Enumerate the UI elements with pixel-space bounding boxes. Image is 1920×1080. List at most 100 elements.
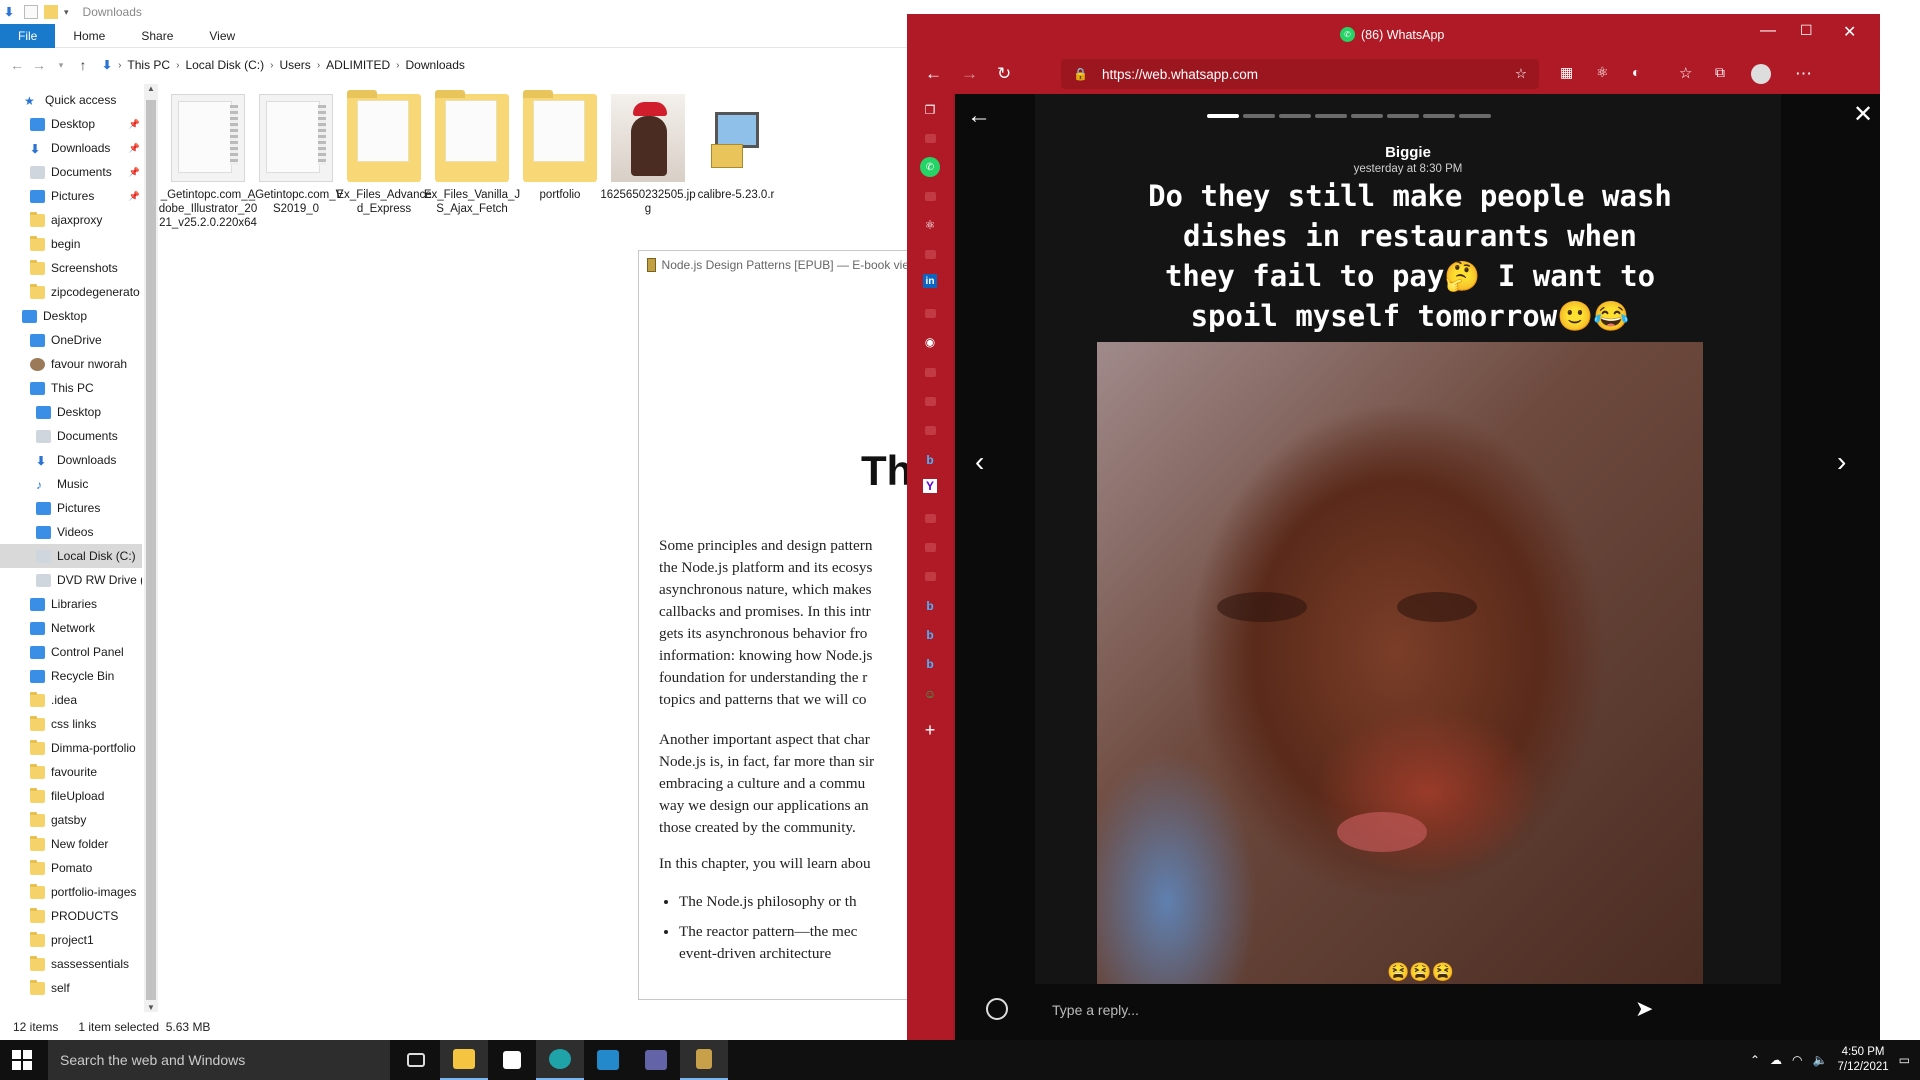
teams-icon[interactable] [632, 1040, 680, 1080]
recent-locations-icon[interactable]: ▾ [50, 60, 72, 71]
file-item[interactable]: portfolio [510, 90, 610, 202]
download-arrow-icon[interactable]: ⬇ [4, 5, 18, 19]
generic-icon[interactable] [920, 508, 940, 528]
breadcrumb-item[interactable]: Local Disk (C:) [185, 58, 264, 72]
bing-icon[interactable]: b [920, 654, 940, 674]
nav-item[interactable]: Desktop 📌 [0, 112, 140, 136]
nav-item[interactable]: Libraries [0, 592, 97, 616]
previous-status-icon[interactable]: ‹ [975, 446, 984, 478]
generic-icon[interactable] [920, 244, 940, 264]
nav-item[interactable]: PRODUCTS [0, 904, 118, 928]
generic-icon[interactable] [920, 566, 940, 586]
youtube-icon[interactable] [920, 391, 940, 411]
next-status-icon[interactable]: › [1837, 446, 1846, 478]
address-bar[interactable]: 🔒 https://web.whatsapp.com ☆ [1061, 59, 1539, 89]
action-center-icon[interactable]: ▭ [1899, 1053, 1910, 1067]
nav-item[interactable]: self [0, 976, 70, 1000]
add-icon[interactable]: + [920, 720, 940, 740]
vscode-icon[interactable] [584, 1040, 632, 1080]
breadcrumb-item[interactable]: This PC [127, 58, 170, 72]
linkedin-icon[interactable]: in [923, 274, 937, 288]
nav-item[interactable]: Network [0, 616, 95, 640]
clock[interactable]: 4:50 PM 7/12/2021 [1837, 1045, 1888, 1075]
tab-view[interactable]: View [191, 24, 253, 48]
nav-item[interactable]: project1 [0, 928, 94, 952]
nav-item[interactable]: Pomato [0, 856, 92, 880]
nav-item[interactable]: Pictures 📌 [0, 184, 140, 208]
tab-share[interactable]: Share [123, 24, 191, 48]
bing-icon[interactable]: b [920, 450, 940, 470]
back-arrow-icon[interactable]: ← [6, 57, 28, 73]
nav-item[interactable]: zipcodegenerato [0, 280, 140, 304]
properties-icon[interactable] [24, 5, 38, 19]
qat-dropdown-icon[interactable]: ▾ [64, 7, 69, 18]
tab-home[interactable]: Home [55, 24, 123, 48]
chevron-up-icon[interactable]: ⌃ [1750, 1053, 1760, 1067]
nav-item[interactable]: Pictures [0, 496, 100, 520]
breadcrumb-item[interactable]: ADLIMITED [326, 58, 390, 72]
file-item[interactable]: Ex_Files_Advanced_Express [334, 90, 434, 216]
github-icon[interactable]: ◉ [920, 332, 940, 352]
tab-file[interactable]: File [0, 24, 56, 48]
favorites-icon[interactable]: ☆ [1679, 64, 1692, 82]
nav-item[interactable]: Screenshots [0, 256, 118, 280]
scrollbar-thumb[interactable] [146, 100, 156, 1000]
emoji-icon[interactable] [986, 998, 1008, 1020]
nav-item[interactable]: ⬇ Downloads 📌 [0, 136, 140, 160]
nav-item[interactable]: This PC [0, 376, 94, 400]
nav-item[interactable]: Dimma-portfolio [0, 736, 136, 760]
url-text[interactable]: https://web.whatsapp.com [1102, 67, 1258, 82]
nav-item[interactable]: begin [0, 232, 80, 256]
file-item[interactable]: _Getintopc.com_VS2019_0 [246, 94, 346, 216]
extension-icon[interactable]: ◐ [1632, 64, 1640, 80]
nav-item[interactable]: portfolio-images [0, 880, 136, 904]
calibre-icon[interactable] [680, 1040, 728, 1080]
bing-icon[interactable]: b [920, 625, 940, 645]
nav-item[interactable]: sassessentials [0, 952, 129, 976]
store-icon[interactable] [488, 1040, 536, 1080]
youtube-icon[interactable] [920, 303, 940, 323]
nav-item[interactable]: css links [0, 712, 96, 736]
nav-item[interactable]: ♪ Music [0, 472, 88, 496]
file-item[interactable]: 1625650232505.jpg [598, 94, 698, 216]
taskbar-search[interactable]: Search the web and Windows [48, 1040, 390, 1080]
maximize-icon[interactable]: ☐ [1800, 22, 1813, 39]
windows-start-icon[interactable] [12, 1050, 32, 1070]
volume-icon[interactable]: 🔈 [1813, 1053, 1828, 1067]
scroll-up-icon[interactable]: ▲ [147, 84, 155, 93]
nav-item[interactable]: fileUpload [0, 784, 104, 808]
collections-icon[interactable]: ⧉ [1715, 64, 1725, 81]
yahoo-icon[interactable]: Y [923, 479, 937, 493]
generic-icon[interactable] [920, 186, 940, 206]
reply-input[interactable]: Type a reply... [1052, 1002, 1139, 1018]
back-icon[interactable]: ← [925, 64, 942, 84]
close-status-icon[interactable]: ✕ [1853, 100, 1873, 129]
minimize-icon[interactable]: — [1760, 22, 1776, 40]
file-item[interactable]: _Getintopc.com_Adobe_Illustrator_2021_v2… [158, 94, 258, 230]
add-favorite-icon[interactable]: ☆ [1515, 66, 1527, 82]
nav-item[interactable]: Desktop [0, 400, 101, 424]
file-item[interactable]: calibre-5.23.0.r [686, 94, 786, 202]
breadcrumb-item[interactable]: Downloads [406, 58, 465, 72]
navigation-scrollbar[interactable]: ▲ ▼ [144, 84, 158, 1012]
react-devtools-icon[interactable]: ⚛ [1596, 64, 1609, 81]
nav-item[interactable]: Control Panel [0, 640, 124, 664]
extension-icon[interactable]: ▦ [1560, 64, 1573, 81]
nav-item[interactable]: ajaxproxy [0, 208, 102, 232]
nav-item[interactable]: .idea [0, 688, 77, 712]
network-icon[interactable]: ◠ [1792, 1053, 1802, 1067]
youtube-icon[interactable] [920, 420, 940, 440]
nav-item[interactable]: ★ Quick access [0, 92, 116, 112]
nav-item[interactable]: Documents 📌 [0, 160, 140, 184]
more-options-icon[interactable]: ⋯ [1795, 64, 1812, 84]
up-arrow-icon[interactable]: ↑ [72, 57, 94, 73]
generic-icon[interactable] [920, 537, 940, 557]
ebook-titlebar[interactable]: Node.js Design Patterns [EPUB] — E-book … [639, 251, 909, 279]
youtube-icon[interactable] [920, 128, 940, 148]
youtube-icon[interactable] [920, 362, 940, 382]
nav-item[interactable]: Recycle Bin [0, 664, 114, 688]
browser-titlebar[interactable]: ✆ (86) WhatsApp — ☐ ✕ [907, 14, 1880, 54]
forward-arrow-icon[interactable]: → [28, 57, 50, 73]
nav-item[interactable]: New folder [0, 832, 108, 856]
close-icon[interactable]: ✕ [1843, 22, 1856, 42]
